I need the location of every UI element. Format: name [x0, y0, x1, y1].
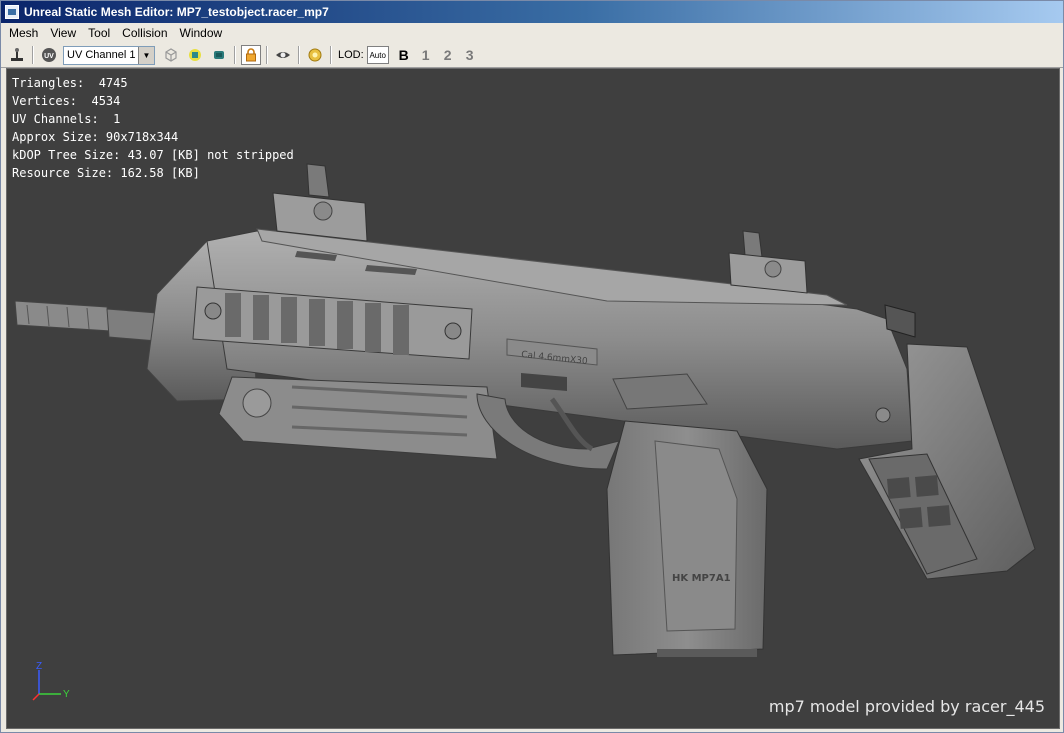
toolbar-separator: [330, 46, 332, 64]
menu-window[interactable]: Window: [174, 23, 229, 43]
stat-kdop-size: kDOP Tree Size: 43.07 [KB] not stripped: [12, 148, 294, 162]
stat-vertices: Vertices: 4534: [12, 94, 121, 108]
pistol-grip: HK MP7A1: [606, 420, 768, 657]
stat-uv-channels: UV Channels: 1: [12, 112, 121, 126]
lod-auto-button[interactable]: Auto: [366, 46, 389, 64]
lod-base-button[interactable]: B: [393, 47, 415, 63]
sun-icon[interactable]: [305, 45, 325, 65]
uv-icon[interactable]: UV: [39, 45, 59, 65]
toolbar-separator: [234, 46, 236, 64]
static-mesh-editor-window: Unreal Static Mesh Editor: MP7_testobjec…: [0, 0, 1064, 733]
stat-approx-size: Approx Size: 90x718x344: [12, 130, 179, 144]
menu-mesh[interactable]: Mesh: [1, 23, 44, 43]
app-icon: [5, 5, 19, 19]
mesh-stats: Triangles: 4745 Vertices: 4534 UV Channe…: [12, 74, 294, 182]
menu-collision[interactable]: Collision: [116, 23, 173, 43]
svg-text:UV: UV: [44, 53, 54, 60]
menu-bar: Mesh View Tool Collision Window: [1, 23, 1063, 43]
eye-icon[interactable]: [273, 45, 293, 65]
axis-y-label: Y: [63, 689, 70, 700]
pivot-icon[interactable]: [7, 45, 27, 65]
lod-2-button[interactable]: 2: [437, 47, 459, 63]
menu-view[interactable]: View: [44, 23, 82, 43]
model-credit: mp7 model provided by racer_445: [768, 697, 1045, 716]
axis-z-label: Z: [36, 661, 42, 672]
normals-icon[interactable]: [209, 45, 229, 65]
window-title: Unreal Static Mesh Editor: MP7_testobjec…: [24, 5, 329, 19]
toolbar: UV UV Channel 1 ▼ LOD: Auto B 1 2 3: [1, 43, 1063, 68]
uv-channel-value: UV Channel 1: [67, 49, 136, 61]
lod-label: LOD:: [338, 49, 364, 61]
3d-viewport[interactable]: Cal 4.6mmX30 HK MP7A1 Triangles: 4745 Ve…: [6, 68, 1060, 729]
stat-resource-size: Resource Size: 162.58 [KB]: [12, 166, 200, 180]
menu-tool[interactable]: Tool: [82, 23, 116, 43]
lock-icon[interactable]: [241, 45, 261, 65]
toolbar-separator: [32, 46, 34, 64]
uv-channel-select[interactable]: UV Channel 1 ▼: [63, 45, 155, 65]
grip-logo: HK MP7A1: [672, 573, 731, 584]
lod-3-button[interactable]: 3: [459, 47, 481, 63]
collision-icon[interactable]: [185, 45, 205, 65]
front-sight: [728, 230, 808, 294]
axis-gizmo: Z Y: [32, 661, 70, 701]
stat-triangles: Triangles: 4745: [12, 76, 128, 90]
title-bar[interactable]: Unreal Static Mesh Editor: MP7_testobjec…: [1, 1, 1063, 23]
wireframe-cube-icon[interactable]: [161, 45, 181, 65]
lod-1-button[interactable]: 1: [415, 47, 437, 63]
toolbar-separator: [298, 46, 300, 64]
toolbar-separator: [266, 46, 268, 64]
chevron-down-icon[interactable]: ▼: [138, 46, 154, 64]
barrel: [14, 300, 158, 342]
